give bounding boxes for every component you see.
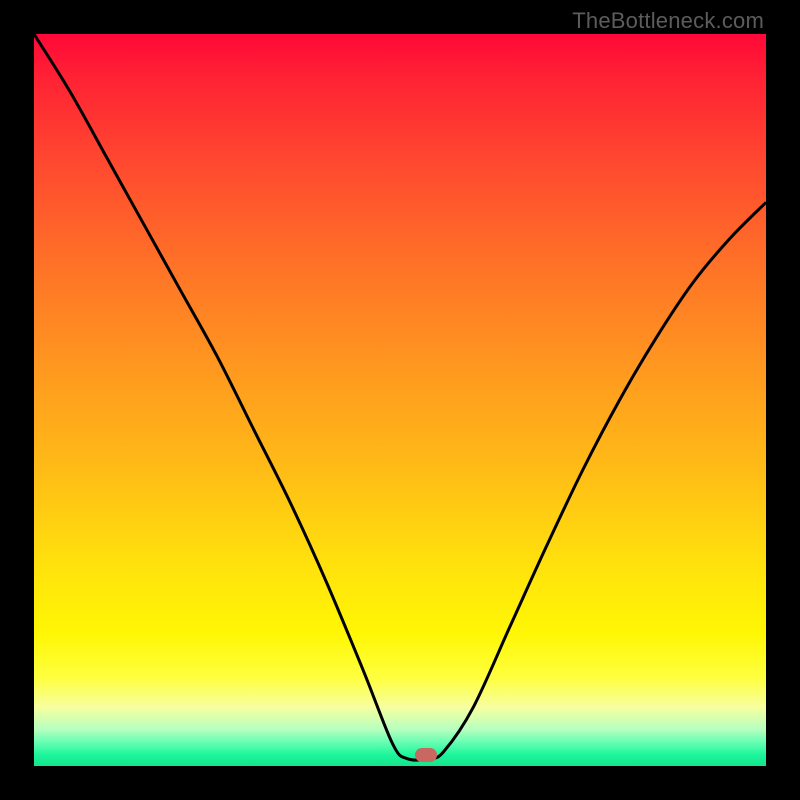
plot-area	[34, 34, 766, 766]
bottleneck-curve	[34, 34, 766, 760]
optimum-marker	[415, 748, 437, 762]
watermark-text: TheBottleneck.com	[572, 8, 764, 34]
chart-frame: TheBottleneck.com	[0, 0, 800, 800]
curve-svg	[34, 34, 766, 766]
